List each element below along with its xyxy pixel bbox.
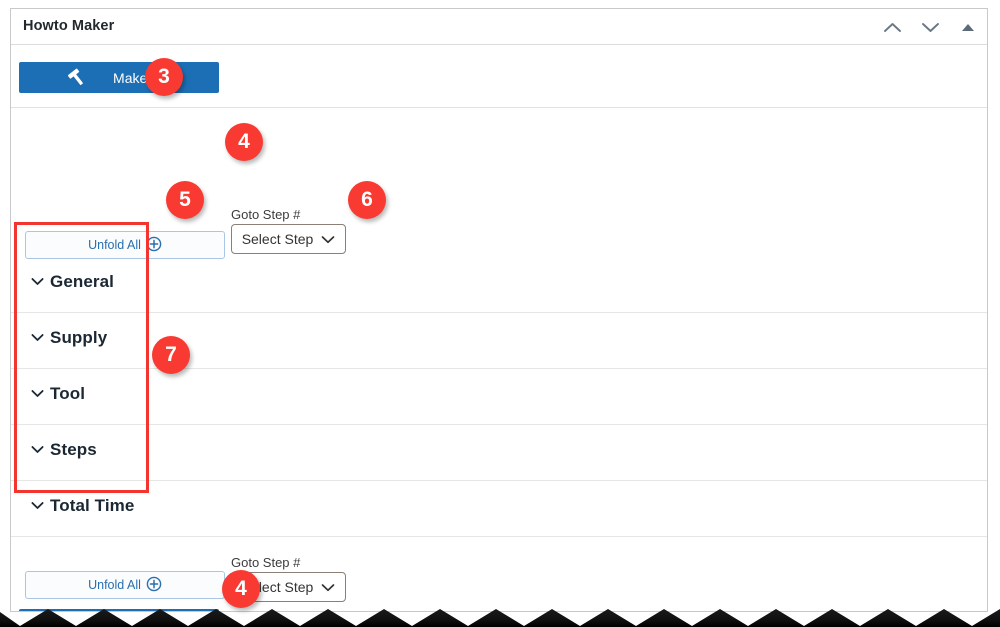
goto-step-group-top: Goto Step # Select Step	[231, 207, 346, 254]
panel-titlebar: Howto Maker	[11, 9, 987, 45]
accordion-item-steps[interactable]: Steps	[11, 425, 987, 481]
accordion-label-general: General	[50, 272, 115, 291]
panel-toggle-icon[interactable]	[957, 16, 979, 38]
select-step-dropdown-top[interactable]: Select Step	[231, 224, 346, 254]
chevron-down-icon	[321, 579, 335, 595]
annotation-badge-3: 3	[145, 58, 183, 96]
chevron-down-icon	[321, 231, 335, 247]
accordion-item-total-time[interactable]: Total Time	[11, 481, 987, 537]
unfold-all-button-bottom[interactable]: Unfold All	[25, 571, 225, 599]
chevron-down-icon	[31, 497, 44, 515]
plus-circle-icon	[146, 236, 162, 255]
hammer-icon	[67, 68, 87, 88]
accordion-label-steps: Steps	[50, 440, 97, 459]
titlebar-actions	[881, 9, 979, 45]
torn-edge-decoration	[0, 609, 1000, 627]
goto-step-caption-top: Goto Step #	[231, 207, 301, 222]
chevron-down-icon	[31, 329, 44, 347]
unfold-all-button-top[interactable]: Unfold All	[25, 231, 225, 259]
howto-maker-panel: Howto Maker Make It Unfold All Goto Step…	[10, 8, 988, 612]
accordion-label-tool: Tool	[50, 384, 86, 403]
unfold-all-label-bottom: Unfold All	[88, 578, 141, 592]
make-it-button-top[interactable]: Make It	[19, 62, 219, 93]
annotation-badge-4-top: 4	[225, 123, 263, 161]
annotation-badge-5: 5	[166, 181, 204, 219]
expand-down-icon[interactable]	[919, 16, 941, 38]
annotation-badge-6: 6	[348, 181, 386, 219]
unfold-all-label-top: Unfold All	[88, 238, 141, 252]
goto-step-caption-bottom: Goto Step #	[231, 555, 301, 570]
accordion-header-general[interactable]: General	[31, 272, 114, 292]
plus-circle-icon	[146, 576, 162, 595]
accordion-header-steps[interactable]: Steps	[31, 440, 97, 460]
select-step-value-top: Select Step	[241, 231, 314, 247]
accordion-header-total-time[interactable]: Total Time	[31, 496, 134, 516]
accordion-header-supply[interactable]: Supply	[31, 328, 107, 348]
accordion-item-general[interactable]: General	[11, 257, 987, 313]
sections-accordion: General Supply Tool Steps Total Time	[11, 257, 987, 537]
chevron-down-icon	[31, 441, 44, 459]
annotation-badge-7: 7	[152, 336, 190, 374]
accordion-header-tool[interactable]: Tool	[31, 384, 85, 404]
chevron-down-icon	[31, 273, 44, 291]
collapse-up-icon[interactable]	[881, 16, 903, 38]
chevron-down-icon	[31, 385, 44, 403]
page-title: Howto Maker	[23, 18, 115, 34]
accordion-item-tool[interactable]: Tool	[11, 369, 987, 425]
screenshot-root: Howto Maker Make It Unfold All Goto Step…	[0, 0, 1000, 627]
accordion-label-supply: Supply	[50, 328, 108, 347]
accordion-label-total-time: Total Time	[50, 496, 135, 515]
